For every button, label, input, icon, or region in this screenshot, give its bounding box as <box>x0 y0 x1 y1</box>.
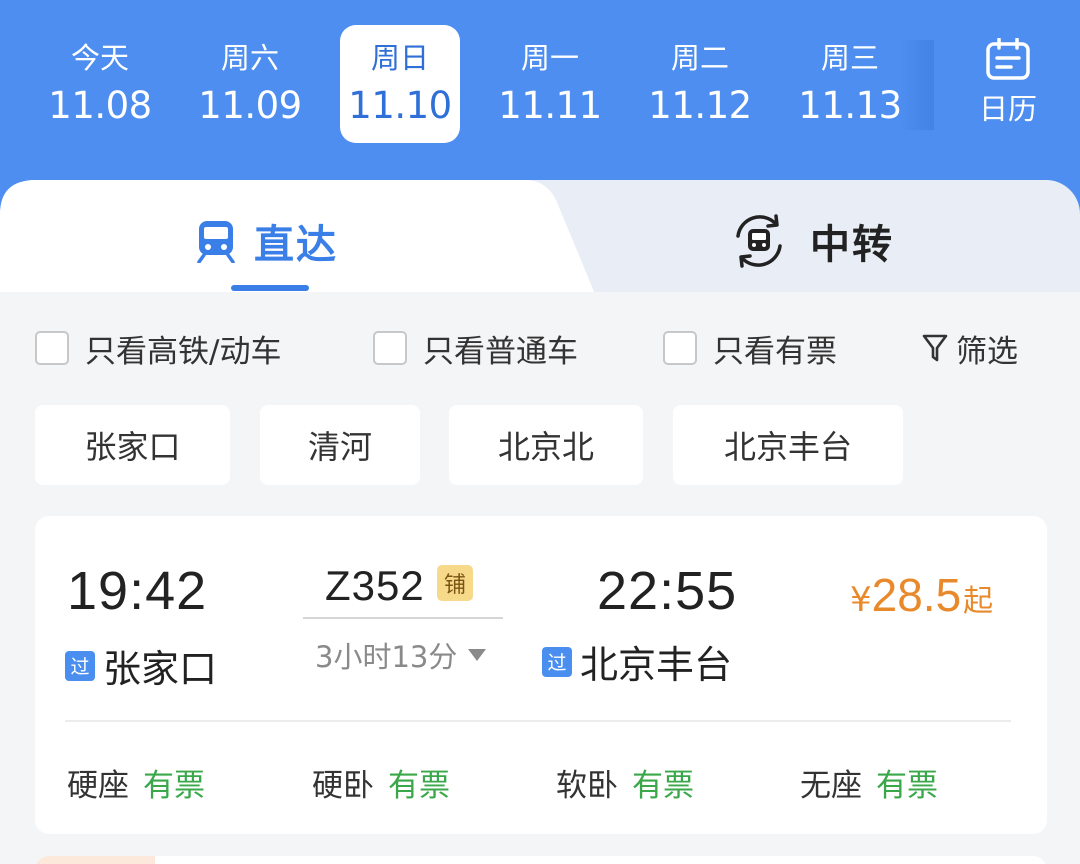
seat-hard-sleeper: 硬卧 有票 <box>312 760 450 805</box>
scroll-fade-shadow <box>900 40 934 130</box>
calendar-icon <box>986 38 1030 80</box>
transfer-icon <box>736 214 782 268</box>
arrive-time: 22:55 <box>597 561 738 621</box>
date-weekday: 周一 <box>520 41 579 75</box>
price-value: 28.5 <box>871 569 962 621</box>
arrive-station: 过 北京丰台 <box>542 634 732 689</box>
date-weekday: 周日 <box>370 41 429 75</box>
seat-status: 有票 <box>876 768 938 804</box>
seat-type: 无座 <box>800 768 862 804</box>
date-value: 11.10 <box>348 84 452 127</box>
tab-direct[interactable]: 直达 <box>196 206 338 276</box>
calendar-label: 日历 <box>978 92 1037 126</box>
date-item-wed[interactable]: 周三 11.13 <box>790 25 910 143</box>
date-weekday: 周三 <box>820 41 879 75</box>
date-weekday: 周六 <box>220 41 279 75</box>
normal-train-checkbox[interactable] <box>373 331 407 365</box>
caret-down-icon <box>468 649 487 661</box>
next-card-tint <box>35 856 155 864</box>
train-icon <box>197 221 235 263</box>
active-tab-indicator <box>231 285 309 291</box>
pass-through-badge: 过 <box>65 650 95 681</box>
tab-transfer[interactable]: 中转 <box>730 206 894 276</box>
seat-status: 有票 <box>143 768 205 804</box>
tab-transfer-label: 中转 <box>810 222 894 268</box>
date-value: 11.09 <box>198 84 302 127</box>
date-value: 11.12 <box>648 84 752 127</box>
station-chip-label: 北京北 <box>497 428 594 466</box>
seat-soft-sleeper: 软卧 有票 <box>556 760 694 805</box>
pass-through-badge: 过 <box>542 646 572 677</box>
card-divider <box>65 720 1011 722</box>
sift-button[interactable]: 筛选 <box>922 328 1018 370</box>
filter-label: 只看普通车 <box>423 333 578 370</box>
seat-type: 硬卧 <box>312 768 374 804</box>
seat-type: 硬座 <box>67 768 129 804</box>
filter-available[interactable]: 只看有票 <box>663 328 837 370</box>
depart-station: 过 张家口 <box>65 638 217 693</box>
seat-no-seat: 无座 有票 <box>800 760 938 805</box>
train-card[interactable]: 19:42 过 张家口 Z352 铺 3小时13分 22:55 过 北京丰台 ¥… <box>35 516 1047 834</box>
date-value: 11.11 <box>498 84 602 127</box>
date-weekday: 今天 <box>70 41 129 75</box>
station-chip-zhangjiakou[interactable]: 张家口 <box>35 405 230 485</box>
next-train-card[interactable] <box>35 856 1047 864</box>
date-item-sun-selected[interactable]: 周日 11.10 <box>340 25 460 143</box>
date-weekday: 周二 <box>670 41 729 75</box>
seat-status: 有票 <box>632 768 694 804</box>
price: ¥ 28.5 起 <box>850 568 993 622</box>
station-chip-label: 张家口 <box>84 428 181 466</box>
station-chip-beijingfengtai[interactable]: 北京丰台 <box>673 405 903 485</box>
depart-time: 19:42 <box>67 561 208 621</box>
funnel-icon <box>922 334 948 362</box>
route-line <box>303 617 503 619</box>
date-value: 11.13 <box>798 84 902 127</box>
seat-hard-seat: 硬座 有票 <box>67 760 205 805</box>
date-value: 11.08 <box>48 84 152 127</box>
seat-status: 有票 <box>388 768 450 804</box>
price-currency: ¥ <box>850 580 872 620</box>
high-speed-checkbox[interactable] <box>35 331 69 365</box>
duration-text: 3小时13分 <box>315 640 458 674</box>
station-chip-label: 清河 <box>307 428 372 466</box>
price-suffix: 起 <box>963 584 994 619</box>
station-chip-beijingbei[interactable]: 北京北 <box>449 405 643 485</box>
filter-label: 只看高铁/动车 <box>85 333 282 370</box>
train-number: Z352 <box>325 562 425 609</box>
sift-label: 筛选 <box>956 333 1018 370</box>
duration-toggle[interactable]: 3小时13分 <box>315 634 487 676</box>
date-item-sat[interactable]: 周六 11.09 <box>190 25 310 143</box>
station-chip-label: 北京丰台 <box>723 428 852 466</box>
available-checkbox[interactable] <box>663 331 697 365</box>
date-item-today[interactable]: 今天 11.08 <box>40 25 160 143</box>
station-chip-qinghe[interactable]: 清河 <box>260 405 420 485</box>
date-item-mon[interactable]: 周一 11.11 <box>490 25 610 143</box>
berth-badge: 铺 <box>437 565 473 601</box>
filter-normal-train[interactable]: 只看普通车 <box>373 328 578 370</box>
tab-direct-label: 直达 <box>254 222 338 268</box>
filter-high-speed[interactable]: 只看高铁/动车 <box>35 328 282 370</box>
date-item-tue[interactable]: 周二 11.12 <box>640 25 760 143</box>
depart-station-name: 张家口 <box>103 647 218 691</box>
arrive-station-name: 北京丰台 <box>580 643 733 687</box>
seat-type: 软卧 <box>556 768 618 804</box>
filter-label: 只看有票 <box>713 333 837 370</box>
calendar-button[interactable]: 日历 <box>958 38 1058 133</box>
